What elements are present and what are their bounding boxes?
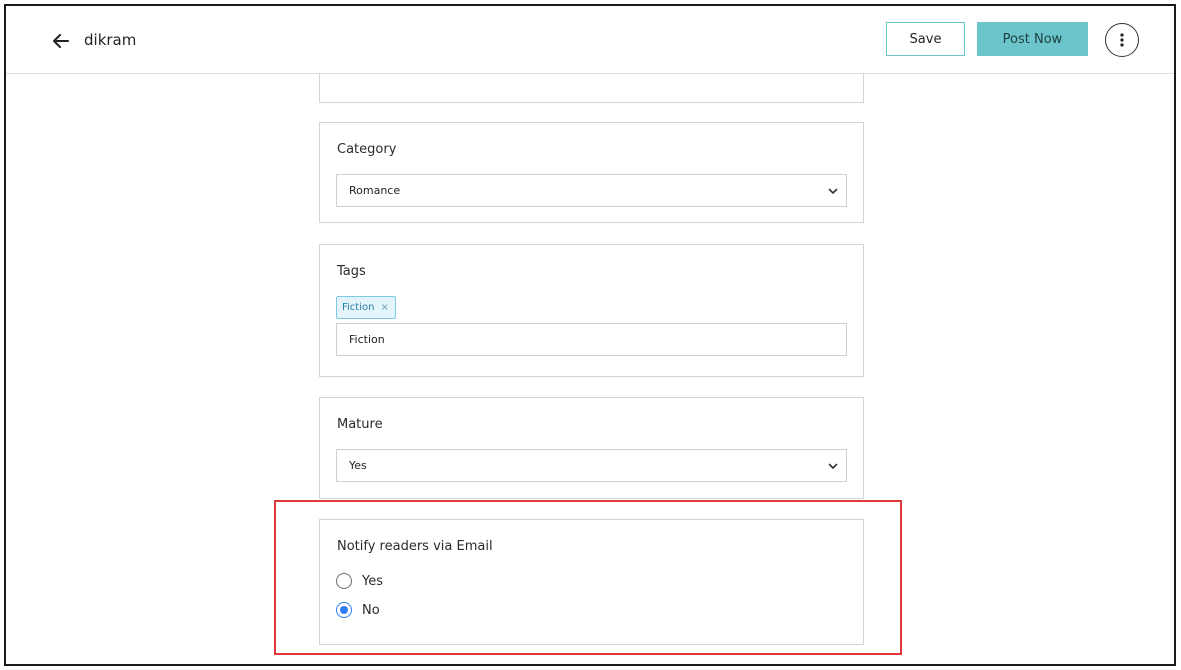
save-button[interactable]: Save: [886, 22, 965, 56]
tag-chip[interactable]: Fiction ×: [336, 296, 396, 319]
radio-no-label: No: [362, 602, 380, 618]
chevron-down-icon: [828, 463, 838, 470]
story-title: dikram: [84, 31, 137, 49]
notify-option-no[interactable]: No: [336, 602, 380, 618]
mature-selected-value: Yes: [349, 459, 367, 472]
notify-option-yes[interactable]: Yes: [336, 573, 383, 589]
app-frame: dikram Save Post Now Category Romance Ta…: [4, 4, 1176, 666]
radio-no[interactable]: [336, 602, 352, 618]
notify-card: Notify readers via Email Yes No: [319, 519, 864, 645]
category-select[interactable]: Romance: [336, 174, 847, 207]
category-label: Category: [337, 142, 397, 157]
back-arrow-icon[interactable]: [50, 30, 72, 52]
top-bar: dikram Save Post Now: [6, 6, 1174, 74]
category-selected-value: Romance: [349, 184, 401, 197]
tag-remove-icon[interactable]: ×: [380, 302, 388, 313]
tags-input[interactable]: Fiction: [336, 323, 847, 356]
radio-yes-label: Yes: [362, 573, 383, 589]
mature-label: Mature: [337, 417, 383, 432]
tag-chip-label: Fiction: [342, 302, 375, 313]
more-options-icon[interactable]: [1105, 23, 1139, 57]
chevron-down-icon: [828, 188, 838, 195]
mature-select[interactable]: Yes: [336, 449, 847, 482]
tags-input-value: Fiction: [349, 333, 385, 346]
category-card: Category Romance: [319, 122, 864, 223]
tags-label: Tags: [337, 264, 366, 279]
post-now-button[interactable]: Post Now: [977, 22, 1088, 56]
notify-label: Notify readers via Email: [337, 539, 493, 554]
radio-yes[interactable]: [336, 573, 352, 589]
tags-card: Tags Fiction × Fiction: [319, 244, 864, 377]
mature-card: Mature Yes: [319, 397, 864, 499]
